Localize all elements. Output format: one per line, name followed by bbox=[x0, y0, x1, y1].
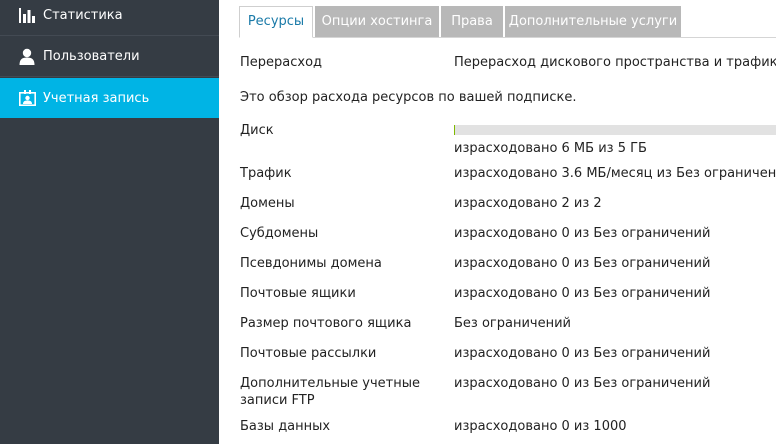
resource-label: Размер почтового ящика bbox=[240, 316, 412, 331]
sidebar-item-label: Статистика bbox=[43, 8, 123, 23]
resource-label: Почтовые рассылки bbox=[240, 346, 377, 361]
resource-value: израсходовано 3.6 МБ/месяц из Без ограни… bbox=[454, 166, 776, 181]
resource-value: Без ограничений bbox=[454, 316, 571, 331]
resource-label: Домены bbox=[240, 196, 295, 211]
tab-bar: Ресурсы Опции хостинга Права Дополнитель… bbox=[239, 6, 776, 38]
intro-text: Это обзор расхода ресурсов по вашей подп… bbox=[240, 90, 577, 105]
resource-label: Псевдонимы домена bbox=[240, 256, 382, 271]
resource-value: израсходовано 0 из 1000 bbox=[454, 419, 627, 434]
sidebar-item-label: Пользователи bbox=[43, 49, 140, 64]
tab-divider bbox=[239, 37, 776, 38]
tab-additional-services[interactable]: Дополнительные услуги bbox=[505, 6, 681, 37]
main-content: Ресурсы Опции хостинга Права Дополнитель… bbox=[219, 0, 776, 444]
resource-value: израсходовано 2 из 2 bbox=[454, 196, 602, 211]
sidebar: Статистика Пользователи Учетная запись bbox=[0, 0, 219, 444]
sidebar-item-users[interactable]: Пользователи bbox=[0, 37, 219, 77]
app-window: Статистика Пользователи Учетная запись Р… bbox=[0, 0, 776, 444]
resource-value: израсходовано 0 из Без ограничений bbox=[454, 376, 711, 391]
bar-chart-icon bbox=[18, 7, 36, 25]
resource-value: израсходовано 0 из Без ограничений bbox=[454, 226, 711, 241]
sidebar-item-account[interactable]: Учетная запись bbox=[0, 78, 219, 118]
overuse-value: Перерасход дискового пространства и траф… bbox=[454, 55, 776, 70]
sidebar-item-label: Учетная запись bbox=[43, 90, 150, 106]
disk-usage-bar bbox=[454, 125, 776, 135]
resource-label: Субдомены bbox=[240, 226, 319, 241]
tab-hosting-options[interactable]: Опции хостинга bbox=[315, 6, 439, 37]
disk-value: израсходовано 6 МБ из 5 ГБ bbox=[454, 141, 647, 156]
resource-value: израсходовано 0 из Без ограничений bbox=[454, 256, 711, 271]
resource-label: Почтовые ящики bbox=[240, 286, 356, 301]
resource-value: израсходовано 0 из Без ограничений bbox=[454, 346, 711, 361]
resource-value: израсходовано 0 из Без ограничений bbox=[454, 286, 711, 301]
tab-resources[interactable]: Ресурсы bbox=[239, 6, 313, 38]
sidebar-item-statistics[interactable]: Статистика bbox=[0, 0, 219, 36]
resource-label: Трафик bbox=[240, 166, 292, 181]
resource-label: Базы данных bbox=[240, 419, 331, 434]
id-card-icon bbox=[18, 89, 36, 107]
disk-label: Диск bbox=[240, 123, 274, 138]
user-icon bbox=[18, 48, 36, 66]
tab-permissions[interactable]: Права bbox=[441, 6, 503, 37]
overuse-label: Перерасход bbox=[240, 55, 323, 70]
resource-label: Дополнительные учетные записи FTP bbox=[240, 376, 420, 408]
